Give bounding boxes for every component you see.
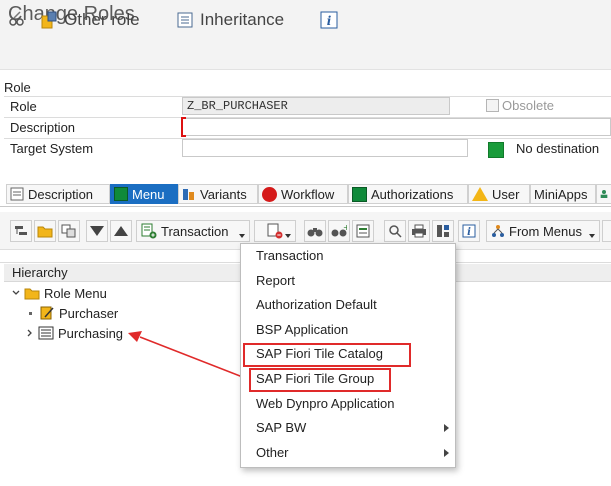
menu-item-other[interactable]: Other [256, 443, 289, 463]
menu-item-label: Other [256, 445, 289, 460]
menu-item-label: SAP Fiori Tile Catalog [256, 346, 383, 361]
menu-item-label: BSP Application [256, 322, 349, 337]
menu-item-transaction[interactable]: Transaction [256, 246, 323, 266]
menu-item-sap-fiori-tile-catalog[interactable]: SAP Fiori Tile Catalog [256, 344, 383, 364]
menu-item-web-dynpro-application[interactable]: Web Dynpro Application [256, 394, 395, 414]
menu-item-label: Web Dynpro Application [256, 396, 395, 411]
menu-item-sap-fiori-tile-group[interactable]: SAP Fiori Tile Group [256, 369, 374, 389]
submenu-arrow-icon [444, 424, 449, 432]
menu-item-label: Report [256, 273, 296, 288]
menu-item-report[interactable]: Report [256, 271, 295, 291]
menu-item-label: SAP BW [256, 420, 307, 435]
menu-item-label: Authorization Default [256, 297, 377, 312]
menu-item-label: SAP Fiori Tile Group [256, 371, 375, 386]
submenu-arrow-icon [444, 449, 449, 457]
menu-item-sap-bw[interactable]: SAP BW [256, 418, 306, 438]
menu-item-authorization-default[interactable]: Authorization Default [256, 295, 377, 315]
menu-item-bsp-application[interactable]: BSP Application [256, 320, 348, 340]
menu-item-label: Transaction [256, 248, 324, 263]
